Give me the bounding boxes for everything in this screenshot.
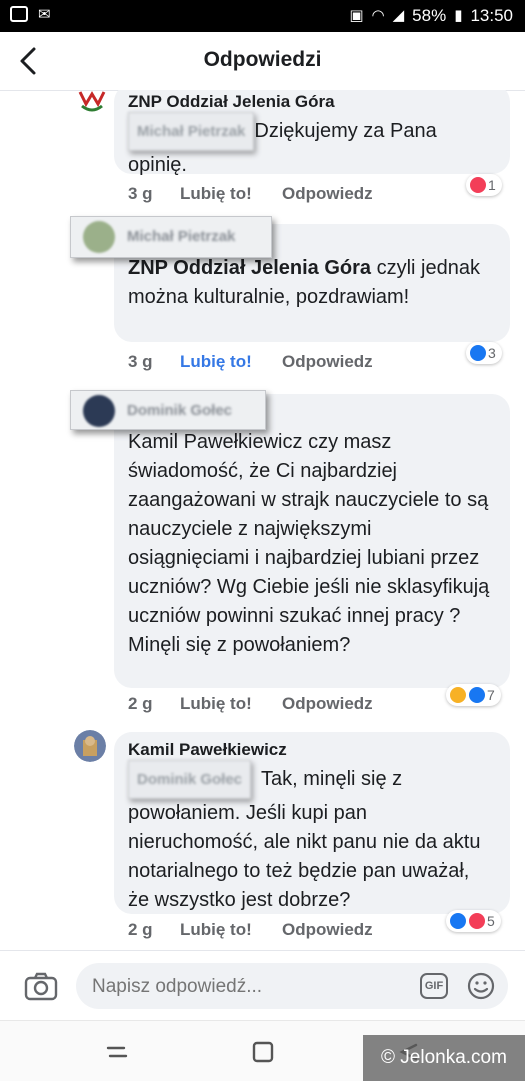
comment-bubble: Kamil Pawełkiewicz Dominik Gołec Tak, min… <box>114 732 510 914</box>
emoji-icon[interactable] <box>466 971 496 1001</box>
blurred-mention: Michał Pietrzak <box>128 112 255 151</box>
blurred-avatar <box>83 221 115 253</box>
reply-button[interactable]: Odpowiedz <box>282 920 373 940</box>
comment-author: Dominik Gołec <box>127 402 233 419</box>
battery-percent: 58% <box>412 6 447 25</box>
mention-link[interactable]: Kamil Pawełkiewicz <box>128 431 303 453</box>
reply-input-box: GIF <box>76 963 508 1009</box>
clock: 13:50 <box>470 6 513 25</box>
reply-input[interactable] <box>90 971 414 1003</box>
gif-button[interactable]: GIF <box>420 973 448 999</box>
mention-link[interactable]: ZNP Oddział Jelenia Góra <box>128 257 371 279</box>
page-title: Odpowiedzi <box>203 48 322 71</box>
reply-button[interactable]: Odpowiedz <box>282 694 373 714</box>
replies-list[interactable]: ZNP Oddział Jelenia Góra Michał Pietrzak… <box>0 90 525 950</box>
like-button[interactable]: Lubię to! <box>180 694 252 714</box>
znp-logo-avatar[interactable] <box>76 90 108 116</box>
like-reaction-icon <box>469 344 487 362</box>
comment-time: 3 g <box>128 184 153 203</box>
signal-icon: ◢ <box>392 7 405 24</box>
reply-button[interactable]: Odpowiedz <box>282 352 373 372</box>
reaction-summary[interactable]: 5 <box>446 910 501 932</box>
comment-text: ZNP Oddział Jelenia Góra czyli jednak mo… <box>128 257 480 308</box>
like-reaction-icon <box>468 686 486 704</box>
comment-time: 3 g <box>128 352 153 371</box>
home-icon[interactable] <box>250 1039 276 1065</box>
like-button[interactable]: Lubię to! <box>180 920 252 940</box>
love-reaction-icon <box>468 912 486 930</box>
comment-bubble: Kamil Pawełkiewicz czy masz świadomość, … <box>114 394 510 688</box>
love-reaction-icon <box>469 176 487 194</box>
reply-composer: GIF <box>0 950 525 1021</box>
comment-bubble: ZNP Oddział Jelenia Góra Michał Pietrzak… <box>114 90 510 176</box>
comment-text: Kamil Pawełkiewicz czy masz świadomość, … <box>128 431 490 656</box>
like-button[interactable]: Lubię to! <box>180 184 252 204</box>
blurred-author-card: Michał Pietrzak <box>70 216 272 258</box>
android-navigation-bar: © Jelonka.com <box>0 1020 525 1081</box>
blurred-author-card: Dominik Gołec <box>70 390 266 430</box>
blurred-avatar <box>83 395 115 427</box>
comment-text: Dominik Gołec Tak, minęli się z powołanie… <box>128 760 496 915</box>
reply-button[interactable]: Odpowiedz <box>282 184 373 204</box>
haha-reaction-icon <box>449 686 467 704</box>
comment-time: 2 g <box>128 694 153 713</box>
reaction-summary[interactable]: 3 <box>466 342 502 364</box>
gallery-notification-icon <box>10 6 28 22</box>
blurred-mention: Dominik Gołec <box>128 760 252 799</box>
user-avatar[interactable] <box>74 730 106 762</box>
lock-icon: ▣ <box>349 7 364 24</box>
comment-time: 2 g <box>128 920 153 939</box>
messenger-notification-icon: ✉ <box>38 6 51 23</box>
reaction-summary[interactable]: 1 <box>466 174 502 196</box>
wifi-icon: ◠ <box>371 7 385 24</box>
comment-author[interactable]: ZNP Oddział Jelenia Góra <box>128 92 496 112</box>
replies-header: Odpowiedzi <box>0 32 525 91</box>
camera-icon[interactable] <box>24 971 58 1001</box>
status-bar: ✉ ▣ ◠ ◢ 58% ▮ 13:50 <box>0 0 525 32</box>
comment-author[interactable]: Kamil Pawełkiewicz <box>128 740 496 760</box>
like-button[interactable]: Lubię to! <box>180 352 252 372</box>
recent-apps-icon[interactable] <box>104 1039 130 1065</box>
watermark: © Jelonka.com <box>363 1035 525 1081</box>
comment-author: Michał Pietrzak <box>127 228 236 245</box>
reaction-summary[interactable]: 7 <box>446 684 501 706</box>
like-reaction-icon <box>449 912 467 930</box>
battery-icon: ▮ <box>454 7 463 24</box>
comment-text: Michał Pietrzak Dziękujemy za Pana opinię… <box>128 112 496 180</box>
